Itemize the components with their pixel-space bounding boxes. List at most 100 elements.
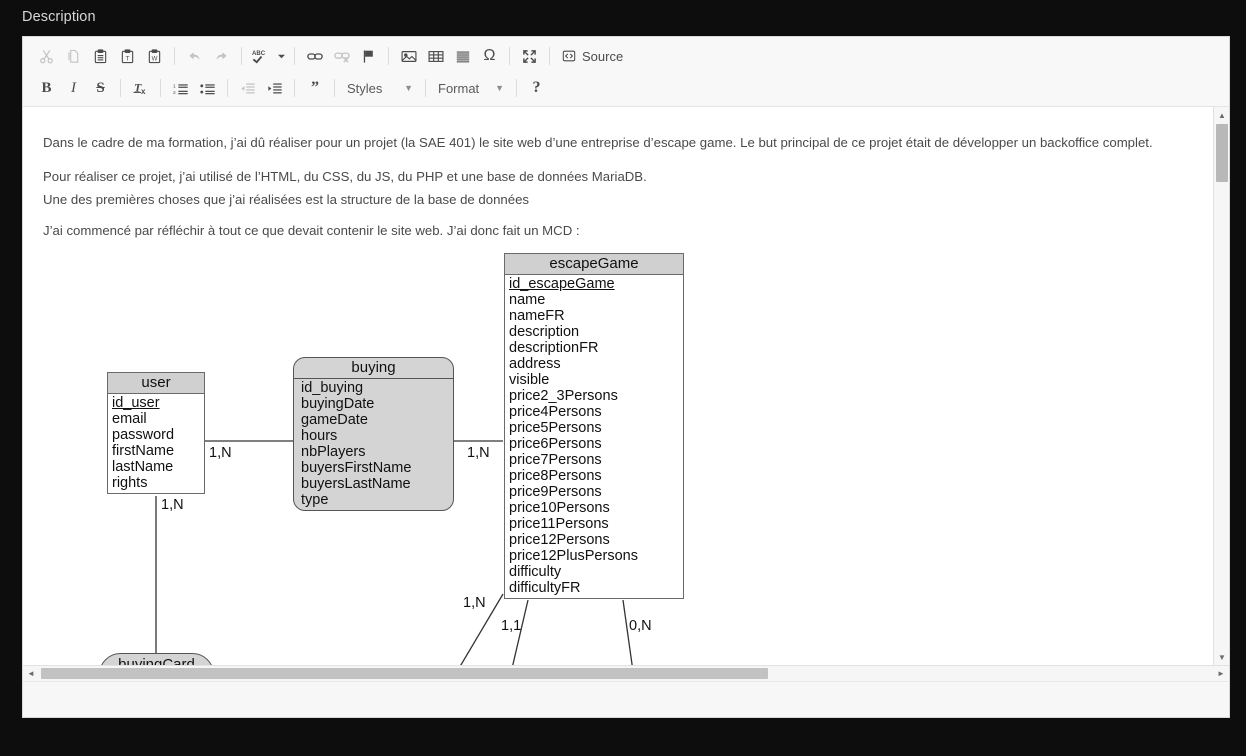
field-email: email (112, 411, 204, 427)
toolbar-separator (334, 79, 335, 97)
field-rights: rights (112, 475, 204, 491)
scroll-up-arrow-icon[interactable]: ▲ (1214, 107, 1229, 123)
field-firstname: firstName (112, 443, 204, 459)
entity-user-fields: id_user email password firstName lastNam… (108, 394, 204, 493)
field-descriptionfr: descriptionFR (509, 340, 683, 356)
decrease-indent-icon[interactable] (234, 76, 261, 100)
increase-indent-icon[interactable] (261, 76, 288, 100)
scroll-left-arrow-icon[interactable]: ◄ (23, 666, 39, 681)
relation-buying-fields: id_buying buyingDate gameDate hours nbPl… (294, 379, 453, 510)
editor-content-area[interactable]: Dans le cadre de ma formation, j’ai dû r… (23, 107, 1229, 665)
editor-footer-bar (23, 681, 1229, 717)
relation-buying-title: buying (294, 358, 453, 379)
chevron-down-icon[interactable] (275, 44, 288, 68)
link-icon[interactable] (301, 44, 328, 68)
relation-buyingcard[interactable]: buyingCard (99, 653, 214, 665)
blockquote-icon[interactable]: ” (301, 76, 328, 100)
field-gamedate: gameDate (301, 412, 453, 428)
styles-dropdown[interactable]: Styles ▼ (341, 76, 419, 100)
entity-escapegame-title: escapeGame (505, 254, 683, 275)
field-price11persons: price11Persons (509, 516, 683, 532)
toolbar-row-2: B I S T x 1 2 (23, 72, 1229, 104)
anchor-icon[interactable] (355, 44, 382, 68)
page-title: Description (22, 9, 96, 25)
italic-icon[interactable]: I (60, 76, 87, 100)
unlink-icon[interactable] (328, 44, 355, 68)
table-icon[interactable] (422, 44, 449, 68)
cardinality-escapegame-mid: 1,1 (501, 618, 521, 634)
bulleted-list-icon[interactable] (194, 76, 221, 100)
field-buyingdate: buyingDate (301, 396, 453, 412)
field-price7persons: price7Persons (509, 452, 683, 468)
field-type: type (301, 492, 453, 508)
field-address: address (509, 356, 683, 372)
scroll-right-arrow-icon[interactable]: ► (1213, 666, 1229, 681)
help-icon[interactable]: ? (523, 76, 550, 100)
source-button[interactable]: Source (556, 44, 629, 68)
field-id-escapegame: id_escapeGame (509, 276, 683, 292)
horizontal-rule-icon[interactable] (449, 44, 476, 68)
horizontal-scrollbar-thumb[interactable] (41, 668, 768, 679)
source-label: Source (582, 49, 623, 64)
field-buyersfirstname: buyersFirstName (301, 460, 453, 476)
paste-text-icon[interactable]: T (114, 44, 141, 68)
field-id-user: id_user (112, 395, 204, 411)
svg-text:W: W (152, 55, 158, 62)
relation-buying[interactable]: buying id_buying buyingDate gameDate hou… (293, 357, 454, 511)
toolbar-separator (160, 79, 161, 97)
toolbar-row-1: T W (23, 40, 1229, 72)
toolbar-separator (294, 47, 295, 65)
remove-format-icon[interactable]: T x (127, 76, 154, 100)
maximize-icon[interactable] (516, 44, 543, 68)
field-nbplayers: nbPlayers (301, 444, 453, 460)
document-canvas: Dans le cadre de ma formation, j’ai dû r… (23, 107, 1213, 665)
field-buyerslastname: buyersLastName (301, 476, 453, 492)
toolbar-separator (241, 47, 242, 65)
toolbar-separator (516, 79, 517, 97)
undo-icon[interactable] (181, 44, 208, 68)
field-lastname: lastName (112, 459, 204, 475)
cardinality-user-buying: 1,N (209, 445, 232, 461)
strikethrough-icon[interactable]: S (87, 76, 114, 100)
field-id-buying: id_buying (301, 380, 453, 396)
field-visible: visible (509, 372, 683, 388)
paste-word-icon[interactable]: W (141, 44, 168, 68)
field-password: password (112, 427, 204, 443)
cardinality-escapegame-left: 1,N (463, 595, 486, 611)
svg-text:T: T (126, 55, 130, 62)
toolbar-separator (294, 79, 295, 97)
toolbar-separator (425, 79, 426, 97)
relation-buyingcard-title: buyingCard (100, 654, 213, 665)
scroll-down-arrow-icon[interactable]: ▼ (1214, 649, 1229, 665)
format-dropdown[interactable]: Format ▼ (432, 76, 510, 100)
field-price10persons: price10Persons (509, 500, 683, 516)
entity-user[interactable]: user id_user email password firstName la… (107, 372, 205, 494)
toolbar-separator (227, 79, 228, 97)
styles-label: Styles (347, 81, 382, 96)
entity-escapegame-fields: id_escapeGame name nameFR description de… (505, 275, 683, 598)
bold-icon[interactable]: B (33, 76, 60, 100)
copy-icon[interactable] (60, 44, 87, 68)
horizontal-scrollbar[interactable]: ◄ ► (23, 665, 1229, 681)
field-name: name (509, 292, 683, 308)
numbered-list-icon[interactable]: 1 2 (167, 76, 194, 100)
editor-toolbar: T W (23, 37, 1229, 107)
redo-icon[interactable] (208, 44, 235, 68)
toolbar-separator (388, 47, 389, 65)
toolbar-separator (120, 79, 121, 97)
svg-text:ABC: ABC (252, 50, 266, 57)
image-icon[interactable] (395, 44, 422, 68)
paste-icon[interactable] (87, 44, 114, 68)
special-char-icon[interactable]: Ω (476, 44, 503, 68)
vertical-scrollbar-thumb[interactable] (1216, 124, 1228, 182)
field-difficulty: difficulty (509, 564, 683, 580)
spellcheck-icon[interactable]: ABC (248, 44, 275, 68)
cardinality-escapegame-right: 0,N (629, 618, 652, 634)
svg-text:2: 2 (173, 90, 176, 96)
field-price12persons: price12Persons (509, 532, 683, 548)
cut-icon[interactable] (33, 44, 60, 68)
entity-escapegame[interactable]: escapeGame id_escapeGame name nameFR des… (504, 253, 684, 599)
vertical-scrollbar[interactable]: ▲ ▼ (1213, 107, 1229, 665)
chevron-down-icon: ▼ (404, 83, 413, 93)
toolbar-separator (174, 47, 175, 65)
